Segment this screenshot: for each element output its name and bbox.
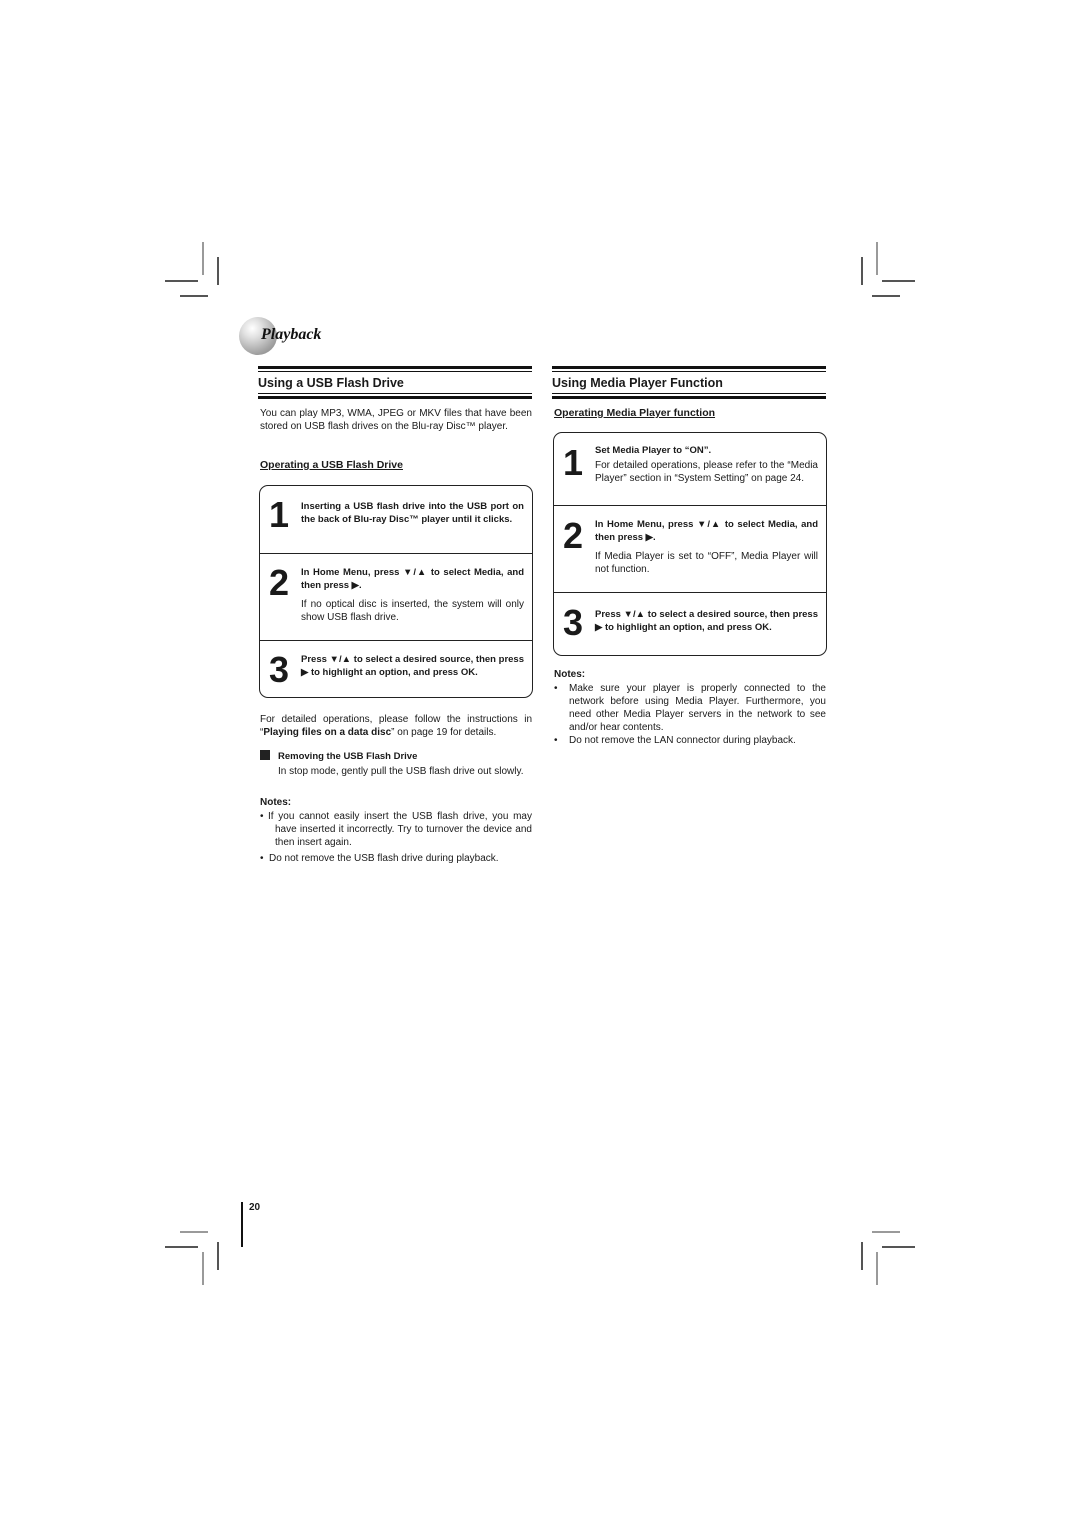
crop-mark (861, 1242, 863, 1270)
step-title: Set Media Player to “ON”. (595, 445, 712, 456)
crop-mark (872, 1231, 900, 1233)
usb-step-1: 1 Inserting a USB flash drive into the U… (260, 486, 532, 554)
crop-mark (180, 295, 208, 297)
step-number: 2 (563, 515, 584, 556)
step-number: 3 (563, 602, 584, 643)
bullet-icon: • (554, 735, 558, 746)
step-desc: If Media Player is set to “OFF”, Media P… (595, 551, 818, 575)
crop-mark (882, 1246, 915, 1248)
step-title: Press ▼/▲ to select a desired source, th… (595, 609, 818, 633)
section-title-media: Using Media Player Function (552, 366, 826, 399)
crop-mark (165, 280, 198, 282)
page-number-rule (241, 1202, 243, 1247)
chapter-title: Playback (261, 326, 322, 343)
crop-mark (882, 280, 915, 282)
crop-mark (217, 257, 219, 285)
usb-subheading: Operating a USB Flash Drive (260, 459, 403, 471)
crop-mark (872, 295, 900, 297)
page-number: 20 (249, 1202, 261, 1213)
section-title-usb: Using a USB Flash Drive (258, 366, 532, 399)
usb-step-2: 2 In Home Menu, press ▼/▲ to select Medi… (260, 554, 532, 641)
crop-mark (217, 1242, 219, 1270)
section-title-media-text: Using Media Player Function (552, 376, 723, 390)
crop-mark (202, 1252, 204, 1285)
section-title-usb-text: Using a USB Flash Drive (258, 376, 404, 390)
bullet-icon: • (260, 811, 264, 822)
step-number: 3 (269, 649, 290, 690)
media-note-1: • Make sure your player is properly conn… (554, 683, 826, 733)
usb-detail-text: For detailed operations, please follow t… (260, 714, 532, 738)
media-note-2: • Do not remove the LAN connector during… (554, 735, 796, 746)
usb-steps-box: 1 Inserting a USB flash drive into the U… (259, 485, 533, 698)
media-step-1: 1 Set Media Player to “ON”. For detailed… (554, 433, 826, 506)
media-subheading: Operating Media Player function (554, 407, 716, 419)
bullet-icon: • (554, 683, 558, 694)
crop-mark (876, 242, 878, 275)
removing-heading: Removing the USB Flash Drive (260, 750, 417, 762)
usb-intro: You can play MP3, WMA, JPEG or MKV files… (260, 408, 532, 432)
detail-link-title: Playing files on a data disc (263, 727, 392, 738)
crop-mark (165, 1246, 198, 1248)
media-step-2: 2 In Home Menu, press ▼/▲ to select Medi… (554, 506, 826, 593)
crop-mark (180, 1231, 208, 1233)
usb-note-1: • If you cannot easily insert the USB fl… (260, 811, 532, 848)
step-title: Inserting a USB flash drive into the USB… (301, 501, 524, 525)
usb-notes-label: Notes: (260, 797, 292, 808)
step-number: 1 (563, 442, 584, 483)
usb-step-3: 3 Press ▼/▲ to select a desired source, … (260, 641, 532, 697)
usb-note-2: • Do not remove the USB flash drive duri… (260, 853, 499, 864)
media-step-3: 3 Press ▼/▲ to select a desired source, … (554, 593, 826, 655)
crop-mark (202, 242, 204, 275)
bullet-icon: • (260, 853, 264, 864)
removing-text: In stop mode, gently pull the USB flash … (278, 766, 524, 777)
square-bullet-icon (260, 750, 270, 760)
step-title: Press ▼/▲ to select a desired source, th… (301, 654, 524, 678)
step-number: 2 (269, 562, 290, 603)
crop-mark (861, 257, 863, 285)
crop-mark (876, 1252, 878, 1285)
step-title: In Home Menu, press ▼/▲ to select Media,… (595, 519, 818, 543)
step-desc: For detailed operations, please refer to… (595, 460, 818, 484)
step-desc: If no optical disc is inserted, the syst… (301, 599, 524, 623)
media-notes-label: Notes: (554, 669, 586, 680)
step-title: In Home Menu, press ▼/▲ to select Media,… (301, 567, 524, 591)
media-steps-box: 1 Set Media Player to “ON”. For detailed… (553, 432, 827, 656)
step-number: 1 (269, 494, 290, 535)
